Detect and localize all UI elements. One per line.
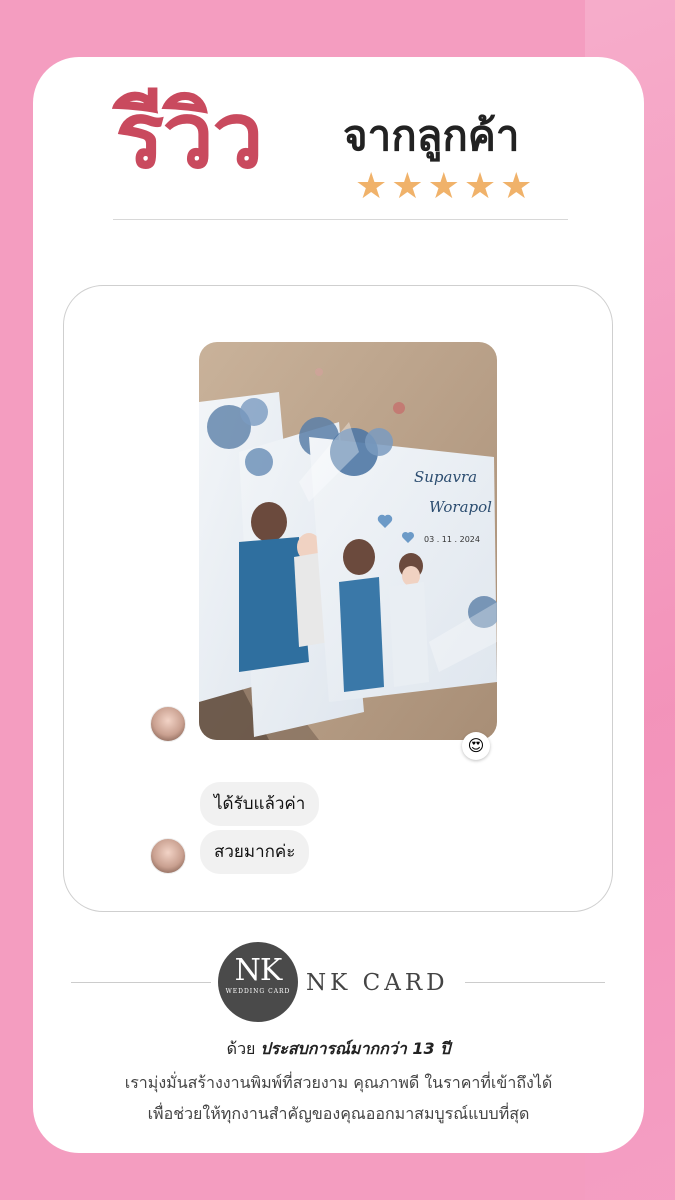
star-icon: ★ [391, 166, 424, 207]
brand-divider-right [465, 982, 605, 983]
experience-highlight: ประสบการณ์มากกว่า 13 ปี [260, 1039, 451, 1058]
review-card: รีวิว จากลูกค้า ★ ★ ★ ★ ★ Supavra Worapo… [33, 57, 644, 1153]
star-icon: ★ [355, 166, 388, 207]
rating-stars: ★ ★ ★ ★ ★ [355, 169, 532, 205]
logo-letters: NK [234, 953, 283, 988]
customer-photo[interactable]: Supavra Worapol 03 . 11 . 2024 [199, 342, 497, 740]
experience-line: ด้วย ประสบการณ์มากกว่า 13 ปี [33, 1037, 644, 1062]
sender-avatar[interactable] [150, 838, 186, 874]
tagline-2: เพื่อช่วยให้ทุกงานสำคัญของคุณออกมาสมบูรณ… [147, 1104, 530, 1123]
review-title: รีวิว [115, 82, 264, 189]
heart-eyes-reaction-icon[interactable]: 😍 [462, 732, 490, 760]
card-date: 03 . 11 . 2024 [424, 535, 480, 544]
brand-name: NK CARD [306, 970, 449, 996]
logo-subtext: WEDDING CARD [225, 988, 291, 995]
sender-avatar[interactable] [150, 706, 186, 742]
card-name-2: Worapol [429, 498, 492, 516]
header-divider [113, 219, 568, 220]
brand-divider-left [71, 982, 211, 983]
review-subtitle: จากลูกค้า [343, 111, 520, 160]
chat-message[interactable]: สวยมากค่ะ [200, 830, 310, 874]
star-icon: ★ [500, 166, 533, 207]
card-name-1: Supavra [414, 468, 477, 486]
star-icon: ★ [463, 166, 497, 207]
chat-screenshot: Supavra Worapol 03 . 11 . 2024 😍 ได้รับแ… [63, 285, 613, 912]
tagline-1: เรามุ่งมั่นสร้างงานพิมพ์ที่สวยงาม คุณภาพ… [124, 1073, 553, 1092]
brand-logo: NK WEDDING CARD [218, 942, 298, 1022]
chat-message[interactable]: ได้รับแล้วค่า [200, 782, 320, 826]
experience-prefix: ด้วย [226, 1039, 256, 1058]
star-icon: ★ [427, 166, 460, 207]
